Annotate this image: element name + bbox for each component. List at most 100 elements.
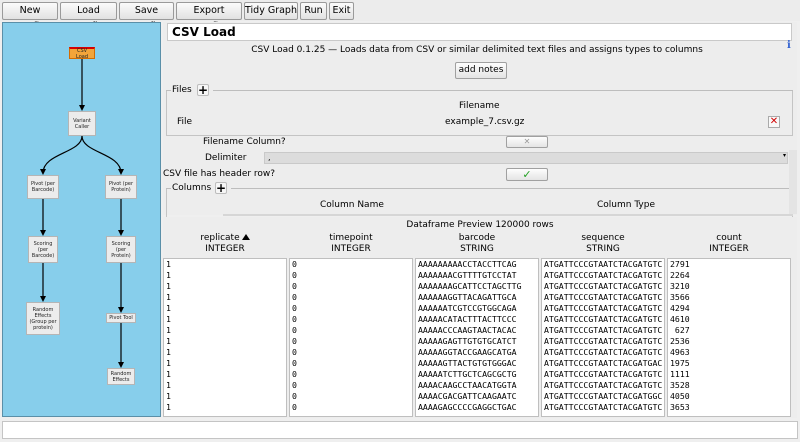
- filename-column-toggle[interactable]: ✕: [506, 136, 548, 148]
- table-cell: ATGATTCCCGTAATCTACGATGTC: [544, 325, 663, 335]
- table-cell: ATGATTCCCGTAATCTACGATGAC: [544, 358, 663, 368]
- table-cell: ATGATTCCCGTAATCTACGATGTC: [544, 347, 663, 357]
- table-cell: 0: [292, 336, 297, 346]
- table-cell: ATGATTCCCGTAATCTACGATGTC: [544, 336, 663, 346]
- header-row-checkbox[interactable]: ✓: [506, 168, 548, 181]
- table-cell: AAAAAGAGTTGTGTGCATCT: [418, 336, 517, 346]
- export-config-button[interactable]: Export Config: [176, 2, 242, 32]
- table-cell: 1: [166, 292, 171, 302]
- table-cell: AAAAATCTTGCTCAGCGCTG: [418, 369, 517, 379]
- column-values-replicate: 11111111111111: [163, 258, 287, 417]
- table-cell: 4050: [670, 391, 690, 401]
- files-label: Files: [172, 85, 192, 95]
- save-config-button[interactable]: Save Config: [119, 2, 174, 32]
- column-header-timepoint[interactable]: timepoint INTEGER: [289, 233, 413, 255]
- run-button[interactable]: Run: [300, 2, 327, 20]
- table-cell: 0: [292, 402, 297, 412]
- table-cell: AAAACAAGCCTAACATGGTA: [418, 380, 517, 390]
- file-label: File: [177, 117, 193, 127]
- column-header-sequence[interactable]: sequence STRING: [541, 233, 665, 255]
- status-bar: [2, 421, 798, 439]
- exit-button[interactable]: Exit: [329, 2, 354, 20]
- new-config-button[interactable]: New Config: [2, 2, 58, 32]
- table-cell: AAAAAAGGTTACAGATTGCA: [418, 292, 517, 302]
- table-cell: 0: [292, 281, 297, 291]
- add-notes-button[interactable]: add notes: [455, 62, 507, 79]
- delimiter-label: Delimiter: [205, 153, 247, 163]
- toolbar: New Config Load Config Save Config Expor…: [0, 0, 800, 32]
- config-scrollbar[interactable]: [789, 150, 797, 214]
- table-cell: 1: [166, 358, 171, 368]
- sort-ascending-icon: [241, 234, 250, 240]
- columns-label: Columns: [172, 183, 212, 193]
- table-cell: 3210: [670, 281, 690, 291]
- table-cell: ATGATTCCCGTAATCTACGATGTC: [544, 369, 663, 379]
- add-column-button[interactable]: +: [215, 182, 227, 194]
- table-cell: 627: [670, 325, 690, 335]
- dataframe-preview: Dataframe Preview 120000 rows replicate I…: [163, 217, 797, 418]
- table-cell: 4610: [670, 314, 690, 324]
- table-cell: 1: [166, 336, 171, 346]
- node-pivot-per-protein[interactable]: Pivot (per Protein): [105, 175, 137, 199]
- column-header-barcode[interactable]: barcode STRING: [415, 233, 539, 255]
- table-cell: ATGATTCCCGTAATCTACGATGTC: [544, 292, 663, 302]
- column-header-replicate[interactable]: replicate INTEGER: [163, 233, 287, 255]
- pipeline-graph-panel[interactable]: CSV Load Variant Caller Pivot (per Barco…: [2, 22, 161, 417]
- column-values-count: 2791 2264 3210 3566 4294 4610 627 2536 4963 1975…: [667, 258, 791, 417]
- column-name-header: Column Name: [320, 200, 384, 210]
- table-cell: ATGATTCCCGTAATCTACGATGTC: [544, 281, 663, 291]
- column-header-count[interactable]: count INTEGER: [667, 233, 791, 255]
- table-cell: 2791: [670, 259, 690, 269]
- table-cell: 1: [166, 270, 171, 280]
- table-cell: 1: [166, 314, 171, 324]
- files-group: [166, 90, 793, 136]
- table-cell: 1: [166, 369, 171, 379]
- load-config-button[interactable]: Load Config: [60, 2, 117, 32]
- table-cell: 3528: [670, 380, 690, 390]
- table-cell: 1: [166, 281, 171, 291]
- table-cell: ATGATTCCCGTAATCTACGATGTC: [544, 314, 663, 324]
- table-cell: AAAAACATACTTTACTTCCC: [418, 314, 517, 324]
- table-cell: AAAAGAGCCCCGAGGCTGAC: [418, 402, 517, 412]
- column-values-timepoint: 00000000000000: [289, 258, 413, 417]
- info-icon[interactable]: i: [787, 40, 791, 51]
- filename-header: Filename: [459, 101, 500, 111]
- table-cell: 1: [166, 325, 171, 335]
- table-cell: 1: [166, 391, 171, 401]
- table-cell: 1: [166, 402, 171, 412]
- table-cell: 0: [292, 303, 297, 313]
- table-cell: 1975: [670, 358, 690, 368]
- table-cell: 2264: [670, 270, 690, 280]
- column-values-sequence: ATGATTCCCGTAATCTACGATGTC ATGATTCCCGTAATCT…: [541, 258, 665, 417]
- table-cell: 0: [292, 259, 297, 269]
- node-variant-caller[interactable]: Variant Caller: [68, 111, 96, 136]
- header-row-label: CSV file has header row?: [163, 169, 276, 179]
- chevron-down-icon[interactable]: ▾: [783, 152, 786, 159]
- node-scoring-per-barcode[interactable]: Scoring (per Barcode): [28, 236, 58, 263]
- plugin-description: CSV Load 0.1.25 — Loads data from CSV or…: [251, 45, 703, 55]
- node-pivot-per-barcode[interactable]: Pivot (per Barcode): [27, 175, 59, 199]
- filename-column-label: Filename Column?: [203, 137, 286, 147]
- add-file-button[interactable]: +: [197, 84, 209, 96]
- table-cell: 4963: [670, 347, 690, 357]
- table-cell: 0: [292, 380, 297, 390]
- table-cell: ATGATTCCCGTAATCTACGATGGC: [544, 391, 663, 401]
- remove-file-button[interactable]: ✕: [768, 116, 780, 128]
- table-cell: ATGATTCCCGTAATCTACGATGTC: [544, 380, 663, 390]
- node-pivot-tool[interactable]: Pivot Tool: [106, 313, 136, 323]
- node-csv-load[interactable]: CSV Load: [69, 47, 95, 60]
- table-cell: 3566: [670, 292, 690, 302]
- table-cell: ATGATTCCCGTAATCTACGATGTC: [544, 303, 663, 313]
- table-cell: 0: [292, 347, 297, 357]
- column-barcode: barcode STRING AAAAAAAAACCTACCTTCAG AAAAAA…: [415, 231, 539, 417]
- table-cell: AAAAAGTTACTGTGTGGGAC: [418, 358, 517, 368]
- delimiter-select[interactable]: ,: [264, 152, 788, 164]
- node-random-effects-group[interactable]: Random Effects (Group per protein): [26, 302, 60, 335]
- table-cell: 0: [292, 358, 297, 368]
- node-random-effects[interactable]: Random Effects: [107, 368, 135, 385]
- node-scoring-per-protein[interactable]: Scoring (per Protein): [106, 236, 136, 263]
- column-timepoint: timepoint INTEGER 00000000000000: [289, 231, 413, 417]
- tidy-graph-button[interactable]: Tidy Graph: [244, 2, 298, 20]
- preview-title: Dataframe Preview 120000 rows: [406, 220, 554, 230]
- column-replicate: replicate INTEGER 11111111111111: [163, 231, 287, 417]
